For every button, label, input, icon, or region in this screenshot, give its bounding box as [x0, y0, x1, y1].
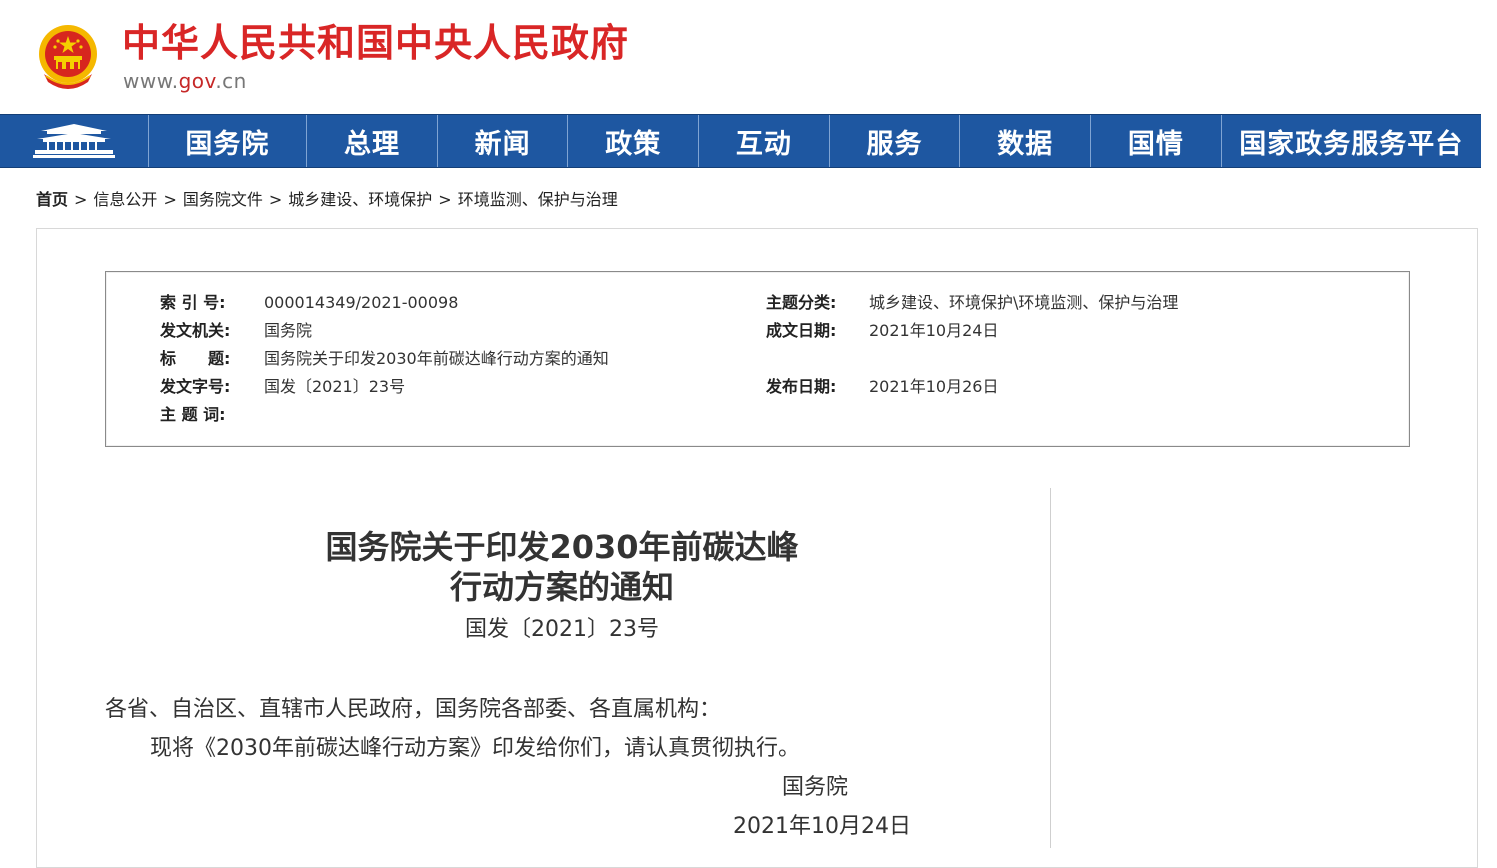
breadcrumb-env-monitoring[interactable]: 环境监测、保护与治理: [458, 190, 618, 209]
document-number: 国发〔2021〕23号: [465, 617, 659, 642]
meta-title-label: 标 题:: [160, 349, 231, 368]
nav-item-services[interactable]: 服务: [830, 115, 961, 167]
breadcrumb-urban-rural[interactable]: 城乡建设、环境保护: [288, 190, 432, 209]
nav-item-premier[interactable]: 总理: [307, 115, 438, 167]
meta-publish-date-value: 2021年10月26日: [869, 377, 999, 396]
tiananmen-icon: [32, 124, 115, 158]
meta-title-value: 国务院关于印发2030年前碳达峰行动方案的通知: [264, 349, 609, 368]
breadcrumb-info-public[interactable]: 信息公开: [93, 190, 157, 209]
document-title-line1: 国务院关于印发2030年前碳达峰: [325, 528, 799, 566]
meta-index-label: 索 引 号:: [160, 293, 226, 312]
meta-date-written-label: 成文日期:: [766, 321, 837, 340]
nav-item-news[interactable]: 新闻: [438, 115, 569, 167]
domain-suffix: .cn: [215, 69, 247, 93]
document-salutation: 各省、自治区、直辖市人民政府，国务院各部委、各直属机构：: [105, 697, 722, 722]
meta-topic-value: 城乡建设、环境保护\环境监测、保护与治理: [869, 293, 1179, 312]
site-domain[interactable]: www.gov.cn: [123, 69, 247, 93]
breadcrumb-home[interactable]: 首页: [36, 190, 68, 209]
site-header: 中华人民共和国中央人民政府 www.gov.cn: [0, 0, 1497, 112]
meta-doc-no-label: 发文字号:: [160, 377, 231, 396]
document-signature: 国务院: [782, 775, 849, 800]
breadcrumb-separator: >: [268, 190, 283, 209]
breadcrumb: 首页 > 信息公开 > 国务院文件 > 城乡建设、环境保护 > 环境监测、保护与治理: [36, 186, 618, 210]
breadcrumb-separator: >: [163, 190, 177, 209]
meta-date-written-value: 2021年10月24日: [869, 321, 999, 340]
nav-item-national-info[interactable]: 国情: [1091, 115, 1222, 167]
document-body: 现将《2030年前碳达峰行动方案》印发给你们，请认真贯彻执行。: [150, 736, 800, 761]
document-title-line2: 行动方案的通知: [449, 568, 674, 606]
nav-home-button[interactable]: [0, 115, 149, 167]
breadcrumb-separator: >: [74, 190, 88, 209]
national-emblem-icon[interactable]: [36, 24, 100, 94]
site-title[interactable]: 中华人民共和国中央人民政府: [122, 20, 629, 66]
meta-index-value: 000014349/2021-00098: [264, 293, 459, 312]
breadcrumb-separator: >: [438, 190, 452, 209]
meta-doc-no-value: 国发〔2021〕23号: [264, 377, 406, 396]
nav-item-interaction[interactable]: 互动: [699, 115, 830, 167]
document-title: 国务院关于印发2030年前碳达峰 行动方案的通知: [112, 527, 1012, 607]
meta-publish-date-label: 发布日期:: [766, 377, 837, 396]
nav-item-data[interactable]: 数据: [960, 115, 1092, 167]
breadcrumb-state-council-docs[interactable]: 国务院文件: [183, 190, 263, 209]
meta-issuer-label: 发文机关:: [160, 321, 231, 340]
nav-item-policy[interactable]: 政策: [568, 115, 700, 167]
nav-item-state-council[interactable]: 国务院: [149, 115, 308, 167]
main-nav: 国务院 总理 新闻 政策 互动 服务 数据 国情 国家政务服务平台: [0, 114, 1481, 168]
domain-prefix: www.: [123, 69, 179, 93]
meta-topic-label: 主题分类:: [766, 293, 837, 312]
meta-keywords-label: 主 题 词:: [160, 405, 226, 424]
column-divider: [1050, 488, 1051, 848]
meta-issuer-value: 国务院: [264, 321, 313, 340]
document-date: 2021年10月24日: [733, 814, 911, 839]
nav-item-gov-service-platform[interactable]: 国家政务服务平台: [1222, 115, 1481, 167]
domain-gov: gov: [178, 69, 216, 93]
